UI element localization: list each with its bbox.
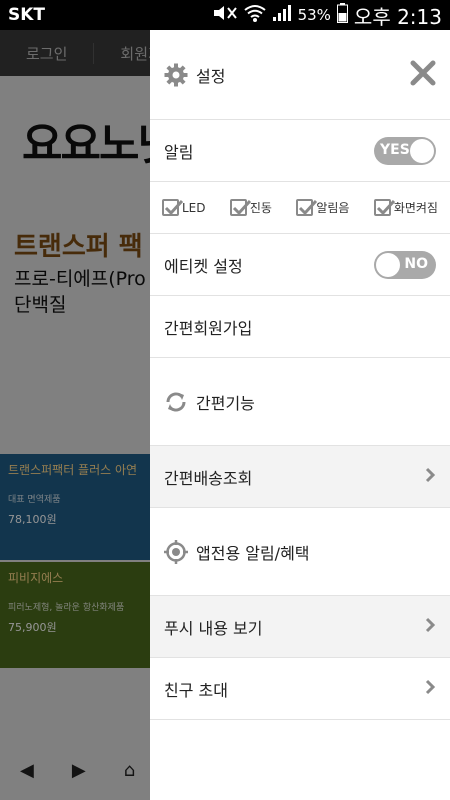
checkbox-checked-icon	[296, 199, 318, 216]
wifi-icon	[243, 4, 266, 26]
mute-icon	[212, 4, 238, 26]
checkbox-label: 진동	[249, 201, 272, 215]
checkbox-label: 화면켜짐	[393, 201, 438, 215]
chevron-right-icon	[424, 617, 436, 637]
checkbox-label: LED	[182, 200, 206, 215]
menu-label: 친구 초대	[164, 680, 228, 700]
status-icons: 53% 오후 2:13	[212, 1, 442, 30]
checkbox-label: 알림음	[316, 201, 350, 215]
chevron-right-icon	[424, 467, 436, 487]
carrier-label: SKT	[8, 5, 46, 25]
battery-icon	[336, 3, 348, 27]
status-bar: SKT 53% 오후 2:13	[0, 0, 450, 30]
target-icon	[164, 539, 188, 564]
section-app-alerts: 앱전용 알림/혜택	[150, 508, 450, 596]
menu-simple-signup[interactable]: 간편회원가입	[150, 296, 450, 358]
checkbox-led[interactable]: LED	[162, 199, 206, 216]
checkbox-checked-icon	[162, 199, 183, 216]
toggle-knob	[376, 252, 400, 277]
etiquette-row: 에티켓 설정 NO	[150, 234, 450, 296]
notification-row: 알림 YES	[150, 120, 450, 182]
etiquette-label: 에티켓 설정	[164, 256, 243, 276]
menu-invite-friends[interactable]: 친구 초대	[150, 658, 450, 720]
checkbox-vibration[interactable]: 진동	[229, 199, 272, 216]
section-label: 간편기능	[196, 393, 255, 413]
toggle-label: NO	[404, 255, 428, 272]
chevron-right-icon	[424, 679, 436, 699]
toggle-knob	[410, 138, 434, 163]
section-label: 앱전용 알림/혜택	[196, 543, 310, 563]
battery-percent: 53%	[297, 6, 331, 24]
checkbox-checked-icon	[373, 199, 395, 216]
menu-label: 간편회원가입	[164, 318, 253, 338]
checkbox-checked-icon	[229, 199, 251, 216]
gear-icon	[164, 63, 188, 87]
refresh-icon	[164, 390, 188, 414]
etiquette-toggle[interactable]: NO	[374, 250, 436, 279]
notification-label: 알림	[164, 142, 194, 162]
menu-label: 푸시 내용 보기	[164, 618, 263, 638]
section-simple-functions: 간편기능	[150, 358, 450, 446]
drawer-header: 설정	[150, 30, 450, 120]
menu-push-view[interactable]: 푸시 내용 보기	[150, 596, 450, 658]
notification-options: LED 진동 알림음 화면켜짐	[150, 182, 450, 234]
clock: 오후 2:13	[353, 4, 442, 29]
settings-drawer: 설정 알림 YES LED 진동 알림음 화면켜짐 에티켓 설정 NO 간편회원…	[150, 30, 450, 800]
drawer-title: 설정	[196, 66, 226, 86]
close-icon[interactable]	[410, 60, 436, 90]
signal-icon	[272, 4, 292, 26]
toggle-label: YES	[380, 141, 410, 158]
menu-delivery-lookup[interactable]: 간편배송조회	[150, 446, 450, 508]
checkbox-screen-on[interactable]: 화면켜짐	[373, 199, 438, 216]
checkbox-sound[interactable]: 알림음	[296, 199, 349, 216]
menu-label: 간편배송조회	[164, 468, 253, 488]
notification-toggle[interactable]: YES	[374, 136, 436, 165]
